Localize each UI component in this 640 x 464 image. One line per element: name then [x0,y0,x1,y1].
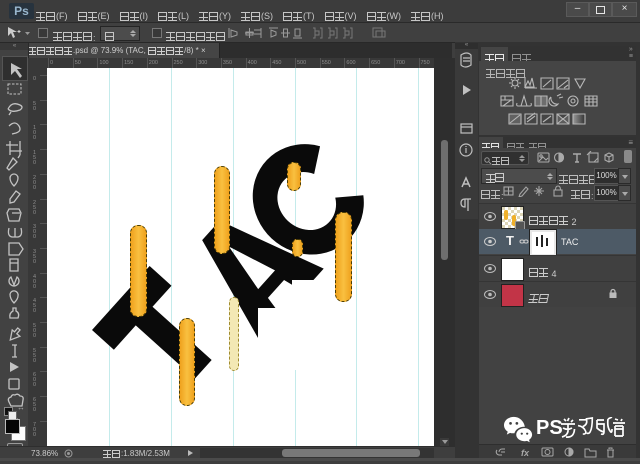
svg-text:fx: fx [521,448,530,458]
